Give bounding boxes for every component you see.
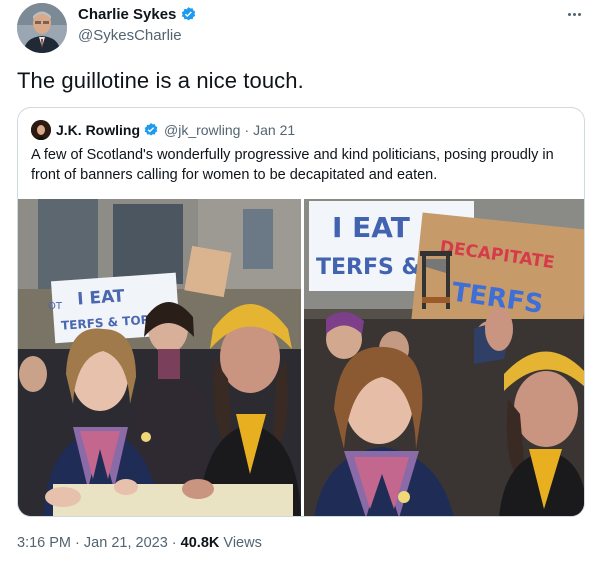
author-name[interactable]: Charlie Sykes: [78, 6, 197, 23]
separator: ·: [171, 535, 177, 551]
verified-badge-icon: [182, 7, 196, 21]
tweet-date[interactable]: Jan 21, 2023: [84, 535, 168, 551]
views-count: 40.8K: [180, 535, 220, 551]
photo-right[interactable]: I EAT TERFS & T DECAPITATE TERFS: [303, 199, 584, 516]
photo-left[interactable]: I EAT TERFS & TOR OT: [18, 199, 301, 516]
more-options-icon[interactable]: [562, 4, 586, 24]
tweet: Charlie Sykes @SykesCharlie The guilloti…: [0, 0, 605, 565]
tweet-time[interactable]: 3:16 PM: [17, 535, 71, 551]
quoted-tweet[interactable]: J.K. Rowling @jk_rowling · Jan 21 A few …: [17, 107, 585, 517]
author-avatar[interactable]: [17, 3, 67, 53]
separator: ·: [244, 122, 250, 138]
separator: ·: [75, 535, 80, 551]
quoted-author-name: J.K. Rowling: [56, 122, 140, 138]
quoted-author-handle: @jk_rowling: [164, 122, 241, 138]
quoted-tweet-date: Jan 21: [253, 122, 296, 138]
sign-text: I EAT: [77, 286, 126, 309]
quoted-tweet-header: J.K. Rowling @jk_rowling · Jan 21: [31, 120, 295, 140]
quoted-tweet-text: A few of Scotland's wonderfully progress…: [31, 147, 554, 183]
tweet-text: The guillotine is a nice touch.: [17, 68, 304, 93]
sign-text: I EAT: [332, 211, 410, 244]
verified-badge-icon: [144, 123, 158, 136]
tweet-meta: 3:16 PM · Jan 21, 2023 · 40.8K Views: [17, 535, 262, 551]
views-label: Views: [223, 535, 262, 551]
sign-text: OT: [48, 301, 63, 312]
quoted-author-avatar: [31, 120, 51, 140]
author-name-text: Charlie Sykes: [78, 6, 177, 23]
quoted-tweet-photos: I EAT TERFS & TOR OT I EAT TERFS & T DEC…: [18, 199, 584, 516]
author-handle[interactable]: @SykesCharlie: [78, 27, 182, 44]
